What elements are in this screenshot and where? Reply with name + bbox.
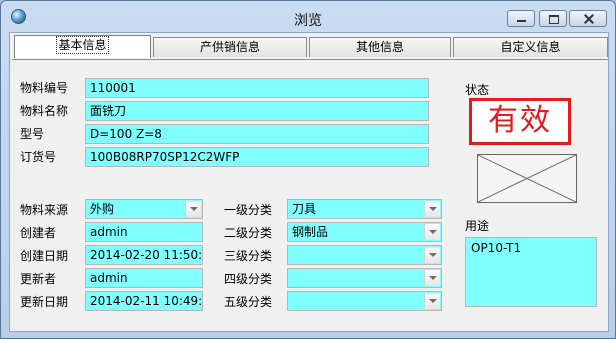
category-2-select[interactable]: 钢制品	[287, 222, 442, 242]
created-date-field[interactable]: 2014-02-20 11:50:49	[85, 245, 203, 265]
category-5-label: 五级分类	[224, 295, 273, 309]
category-4-select[interactable]	[287, 268, 442, 288]
category-2-label: 二级分类	[224, 226, 273, 240]
category-2-value: 钢制品	[292, 225, 329, 239]
category-3-label: 三级分类	[224, 249, 273, 263]
chevron-down-icon[interactable]	[424, 270, 440, 286]
order-no-label: 订货号	[20, 150, 57, 164]
created-date-label: 创建日期	[20, 249, 69, 263]
category-3-select[interactable]	[287, 245, 442, 265]
updater-label: 更新者	[20, 272, 57, 286]
updated-date-field[interactable]: 2014-02-11 10:49:19	[85, 291, 203, 311]
order-no-field[interactable]: 100B08RP70SP12C2WFP	[85, 147, 429, 167]
status-label: 状态	[465, 83, 490, 97]
category-4-label: 四级分类	[224, 272, 273, 286]
minimize-button[interactable]	[507, 10, 535, 27]
tab-divider	[12, 59, 608, 60]
chevron-down-icon[interactable]	[424, 293, 440, 309]
tab-basic-info[interactable]: 基本信息	[14, 35, 151, 58]
usage-label: 用途	[465, 219, 490, 233]
category-1-select[interactable]: 刀具	[287, 199, 442, 219]
material-no-field[interactable]: 110001	[85, 78, 429, 98]
tab-custom-info[interactable]: 自定义信息	[453, 37, 608, 57]
image-placeholder-icon	[478, 155, 576, 202]
category-1-value: 刀具	[292, 202, 317, 216]
close-button[interactable]	[569, 10, 607, 27]
browse-window: 浏览 基本信息 产供销信息 其他信息 自定义信息 物料编号 110001 物料名…	[0, 0, 616, 339]
material-no-label: 物料编号	[20, 81, 69, 95]
material-name-label: 物料名称	[20, 104, 69, 118]
source-value: 外购	[90, 202, 115, 216]
maximize-button[interactable]	[539, 10, 567, 27]
chevron-down-icon[interactable]	[424, 247, 440, 263]
model-label: 型号	[20, 127, 45, 141]
source-select[interactable]: 外购	[85, 199, 203, 219]
chevron-down-icon[interactable]	[424, 224, 440, 240]
tab-other-info[interactable]: 其他信息	[309, 37, 451, 57]
image-placeholder[interactable]	[477, 154, 577, 203]
model-field[interactable]: D=100 Z=8	[85, 124, 429, 144]
creator-field[interactable]: admin	[85, 222, 203, 242]
material-name-field[interactable]: 面铣刀	[85, 101, 429, 121]
source-label: 物料来源	[20, 203, 69, 217]
updater-field[interactable]: admin	[85, 268, 203, 288]
creator-label: 创建者	[20, 226, 57, 240]
usage-field[interactable]: OP10-T1	[465, 237, 597, 307]
category-1-label: 一级分类	[224, 203, 273, 217]
status-stamp: 有效	[469, 98, 571, 145]
tab-bar: 基本信息 产供销信息 其他信息 自定义信息	[12, 35, 608, 60]
chevron-down-icon[interactable]	[185, 201, 201, 217]
tab-production-info[interactable]: 产供销信息	[153, 37, 307, 57]
updated-date-label: 更新日期	[20, 295, 69, 309]
chevron-down-icon[interactable]	[424, 201, 440, 217]
category-5-select[interactable]	[287, 291, 442, 311]
